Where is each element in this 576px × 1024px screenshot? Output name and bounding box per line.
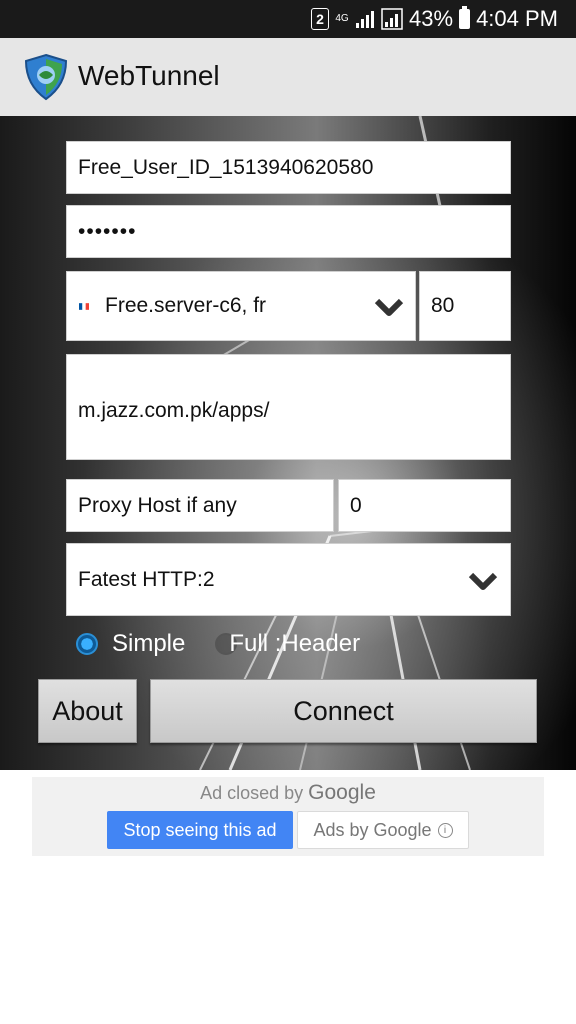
stop-seeing-ad-button[interactable]: Stop seeing this ad [107, 811, 293, 849]
google-logo: Google [308, 781, 376, 804]
chevron-down-icon [374, 298, 404, 316]
clock: 4:04 PM [476, 6, 558, 31]
proxy-port-field[interactable]: 0 [338, 479, 511, 532]
simple-radio-label[interactable]: Simple [112, 630, 185, 658]
battery-percent: 43% [409, 6, 454, 31]
form-background: Free_User_ID_1513940620580 ••••••• Free.… [0, 116, 576, 770]
battery-icon [459, 6, 471, 29]
france-flag-icon [79, 302, 89, 310]
method-value: Fatest HTTP:2 [78, 567, 215, 591]
simple-radio[interactable] [76, 633, 98, 655]
server-select[interactable]: Free.server-c6, fr [66, 271, 416, 341]
password-field[interactable]: ••••••• [66, 205, 511, 258]
ads-by-google-label: Ads by Google [313, 819, 432, 840]
app-bar: WebTunnel [0, 38, 576, 117]
chevron-down-icon [468, 572, 498, 590]
signal-icon-2 [381, 8, 403, 30]
status-bar: 2 4G 43% 4:04 PM [0, 0, 576, 38]
proxy-host-field[interactable]: Proxy Host if any [66, 479, 334, 532]
info-icon: i [437, 822, 453, 838]
ad-closed-text: Ad closed by Google [200, 781, 376, 804]
host-field[interactable]: m.jazz.com.pk/apps/ [66, 354, 511, 460]
port-field[interactable]: 80 [419, 271, 511, 341]
ads-by-google-button[interactable]: Ads by Google i [297, 811, 469, 849]
server-value: Free.server-c6, fr [105, 294, 267, 317]
network-type: 4G [335, 13, 349, 24]
ad-banner: Ad closed by Google Stop seeing this ad … [32, 777, 544, 856]
full-header-radio-label[interactable]: Full :Header [229, 630, 360, 658]
about-button[interactable]: About [38, 679, 137, 743]
signal-icon [356, 11, 375, 28]
connect-button[interactable]: Connect [150, 679, 537, 743]
shield-logo-icon [24, 53, 68, 101]
user-id-field[interactable]: Free_User_ID_1513940620580 [66, 141, 511, 194]
sim-badge: 2 [311, 8, 330, 30]
app-title: WebTunnel [78, 60, 220, 91]
method-select[interactable]: Fatest HTTP:2 [66, 543, 511, 616]
mode-radio-group: Simple Full :Header [76, 627, 360, 661]
